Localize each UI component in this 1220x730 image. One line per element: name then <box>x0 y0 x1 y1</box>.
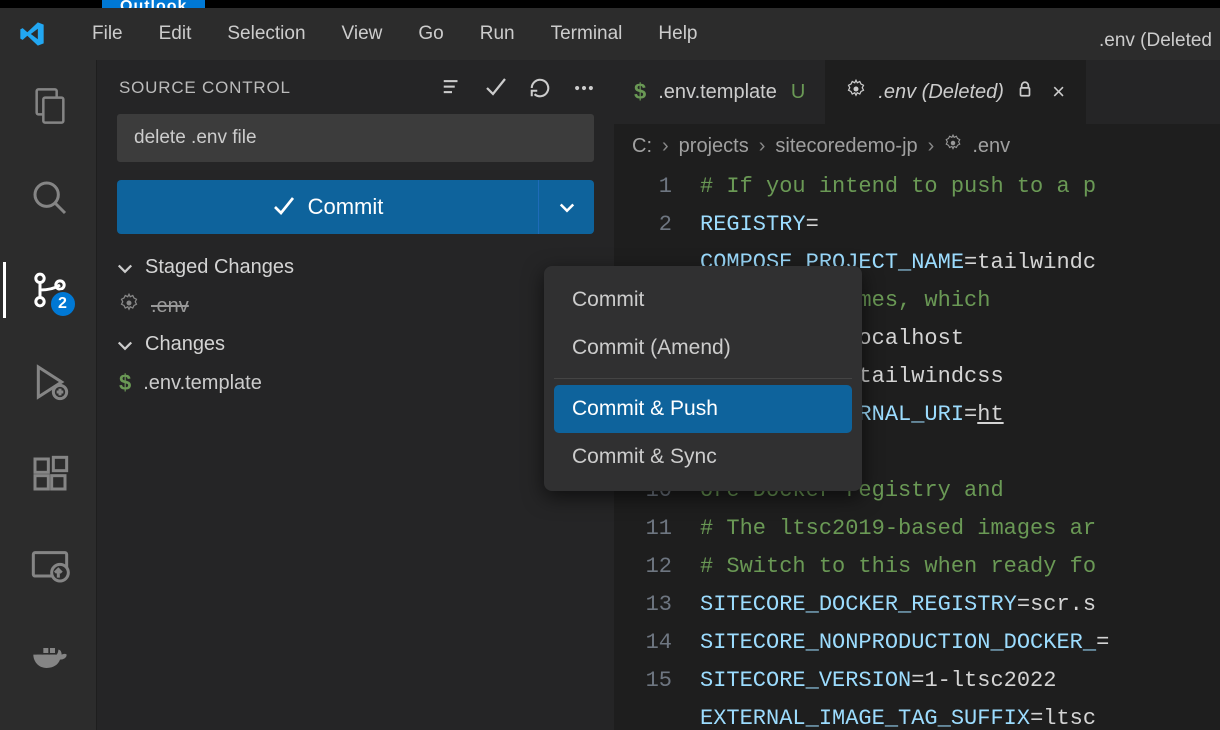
menu-file[interactable]: File <box>74 15 141 53</box>
close-icon[interactable]: × <box>1052 79 1065 105</box>
tab-label: .env (Deleted) <box>878 81 1004 104</box>
changes-header[interactable]: Changes <box>97 325 614 364</box>
activity-docker[interactable] <box>4 630 96 686</box>
chevron-right-icon: › <box>759 135 766 158</box>
activity-extensions[interactable] <box>4 446 96 502</box>
staged-file-name: .env <box>151 295 189 318</box>
chevron-down-icon <box>115 335 135 355</box>
changes-label: Changes <box>145 333 225 356</box>
menu-terminal[interactable]: Terminal <box>533 15 641 53</box>
gear-icon <box>846 79 866 105</box>
breadcrumb-file: .env <box>972 135 1010 158</box>
commit-button[interactable]: Commit <box>117 180 538 234</box>
commit-check-icon[interactable] <box>484 76 508 100</box>
activity-explorer[interactable] <box>4 78 96 134</box>
staged-changes-label: Staged Changes <box>145 256 294 279</box>
menu-commit-sync[interactable]: Commit & Sync <box>554 433 852 481</box>
commit-context-menu: Commit Commit (Amend) Commit & Push Comm… <box>544 266 862 491</box>
refresh-icon[interactable] <box>528 76 552 100</box>
menu-help[interactable]: Help <box>640 15 715 53</box>
tab-env-template[interactable]: $ .env.template U <box>614 60 826 124</box>
editor-tabs: $ .env.template U .env (Deleted) × <box>614 60 1220 124</box>
commit-button-label: Commit <box>308 194 384 220</box>
chevron-down-icon <box>115 258 135 278</box>
source-control-panel: SOURCE CONTROL Commit <box>96 60 614 730</box>
more-actions-icon[interactable] <box>572 76 596 100</box>
commit-dropdown-button[interactable] <box>538 180 594 234</box>
menu-selection[interactable]: Selection <box>209 15 323 53</box>
tab-env-deleted[interactable]: .env (Deleted) × <box>826 60 1085 124</box>
activity-remote[interactable] <box>4 538 96 594</box>
tab-label: .env.template <box>658 81 777 104</box>
activity-run-debug[interactable] <box>4 354 96 410</box>
menu-separator <box>554 378 852 379</box>
gear-icon <box>944 134 962 158</box>
breadcrumb-drive: C: <box>632 135 652 158</box>
breadcrumb-segment: sitecoredemo-jp <box>775 135 917 158</box>
breadcrumb-segment: projects <box>679 135 749 158</box>
lock-icon <box>1016 80 1034 104</box>
menu-commit-push[interactable]: Commit & Push <box>554 385 852 433</box>
commit-message-input[interactable] <box>117 114 594 162</box>
titlebar: File Edit Selection View Go Run Terminal… <box>0 8 1220 60</box>
menu-commit[interactable]: Commit <box>554 276 852 324</box>
activity-search[interactable] <box>4 170 96 226</box>
vscode-logo-icon <box>18 20 46 48</box>
tab-status-untracked: U <box>791 81 805 104</box>
chevron-right-icon: › <box>928 135 935 158</box>
staged-changes-header[interactable]: Staged Changes <box>97 248 614 287</box>
panel-title: SOURCE CONTROL <box>119 78 291 98</box>
menu-go[interactable]: Go <box>400 15 461 53</box>
menubar: File Edit Selection View Go Run Terminal… <box>74 15 716 53</box>
view-as-tree-icon[interactable] <box>440 76 464 100</box>
menu-run[interactable]: Run <box>462 15 533 53</box>
activity-bar: 2 <box>0 60 96 730</box>
menu-commit-amend[interactable]: Commit (Amend) <box>554 324 852 372</box>
staged-file-row[interactable]: .env <box>97 287 614 325</box>
dollar-icon: $ <box>119 370 131 396</box>
gear-icon <box>119 293 139 319</box>
breadcrumb[interactable]: C: › projects › sitecoredemo-jp › .env <box>614 124 1220 168</box>
scm-badge: 2 <box>49 290 77 318</box>
chevron-right-icon: › <box>662 135 669 158</box>
activity-source-control[interactable]: 2 <box>3 262 95 318</box>
changes-file-name: .env.template <box>143 372 262 395</box>
changes-file-row[interactable]: $ .env.template <box>97 364 614 402</box>
menu-view[interactable]: View <box>324 15 401 53</box>
menu-edit[interactable]: Edit <box>141 15 210 53</box>
dollar-icon: $ <box>634 79 646 105</box>
window-title: .env (Deleted <box>1099 30 1212 52</box>
